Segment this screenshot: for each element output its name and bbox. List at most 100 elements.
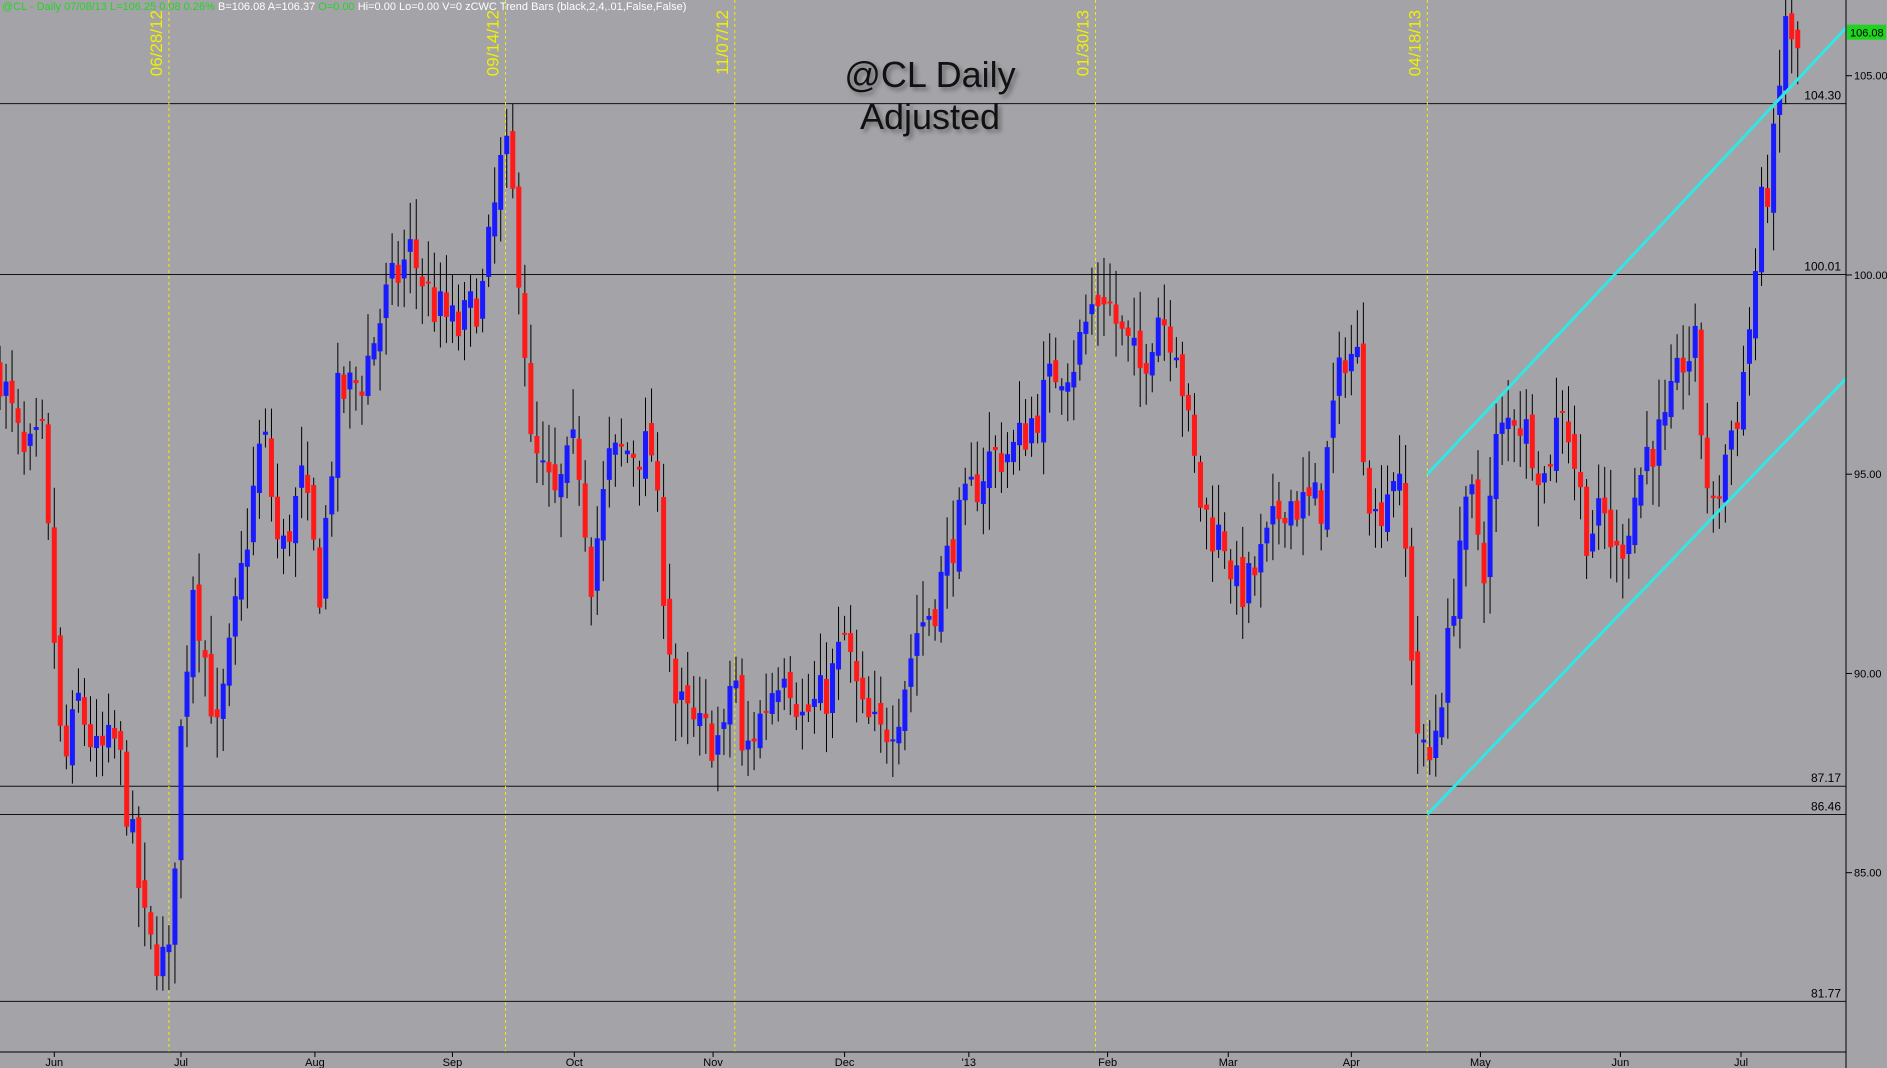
price-bar-body — [1608, 509, 1614, 548]
price-bar-body — [1246, 563, 1252, 604]
price-bar-body — [854, 661, 860, 682]
price-bar-body — [1065, 382, 1071, 392]
price-bar-body — [1789, 13, 1795, 40]
price-bar-body — [642, 431, 648, 479]
price-bar-body — [214, 709, 220, 718]
x-tick-label: Sep — [443, 1057, 463, 1068]
price-bar-body — [1553, 417, 1559, 471]
indicator-name: zCWC Trend Bars (black,2,4,.01,False,Fal… — [465, 1, 687, 13]
price-bar-body — [1559, 410, 1565, 413]
price-bar-body — [1451, 616, 1457, 626]
price-bar-body — [1680, 357, 1686, 373]
price-bar-body — [33, 427, 39, 430]
price-bar-body — [492, 202, 498, 237]
price-bar-body — [1632, 497, 1638, 546]
price-bar-body — [256, 443, 262, 493]
price-bar-body — [1578, 472, 1584, 488]
price-bar-body — [1668, 381, 1674, 418]
price-bar-body — [69, 709, 75, 766]
price-bar-body — [148, 912, 154, 935]
ask-value: A=106.37 — [267, 1, 316, 13]
price-bar-body — [1270, 506, 1276, 525]
price-bar-body — [1638, 475, 1644, 506]
price-bar-body — [480, 280, 486, 319]
price-bar-body — [226, 637, 232, 686]
price-bar-body — [1004, 454, 1010, 463]
level-label: 100.01 — [1804, 260, 1841, 274]
price-bar-body — [130, 819, 136, 833]
price-bar-body — [401, 259, 407, 279]
price-bar-body — [1312, 482, 1318, 499]
price-bar-body — [709, 723, 715, 761]
price-bar-body — [1252, 567, 1258, 576]
price-bar-body — [1185, 394, 1191, 411]
price-bar-body — [184, 671, 190, 717]
price-bar-body — [1137, 330, 1143, 369]
price-bar-body — [540, 460, 546, 463]
price-bar-body — [1771, 123, 1777, 213]
price-bar-body — [160, 946, 166, 977]
price-bar-body — [87, 724, 93, 748]
price-bar-body — [1602, 497, 1608, 514]
price-bar-body — [908, 658, 914, 687]
price-bar-body — [661, 497, 667, 606]
price-bar-body — [781, 678, 787, 688]
price-bar-body — [1053, 360, 1059, 383]
price-bar-body — [522, 293, 528, 358]
price-bar-body — [293, 496, 299, 544]
price-bar-body — [733, 680, 739, 689]
price-bar-body — [504, 135, 510, 155]
price-bar-body — [1294, 500, 1300, 520]
price-bar-body — [1324, 447, 1330, 530]
price-bar-body — [1541, 473, 1547, 483]
price-bar-body — [1596, 498, 1602, 526]
price-bar-body — [1403, 483, 1409, 549]
price-bar-body — [769, 693, 775, 714]
price-bar-body — [1656, 419, 1662, 466]
chart-title-line2: Adjusted — [859, 96, 1001, 137]
price-bar-body — [154, 944, 160, 976]
x-tick-label: Feb — [1098, 1057, 1117, 1068]
price-bar-body — [799, 711, 805, 716]
price-bar-body — [425, 281, 431, 284]
price-bar-body — [353, 380, 359, 384]
price-bar-body — [757, 713, 763, 749]
price-bar-body — [1372, 509, 1378, 512]
price-bar-body — [1523, 419, 1529, 444]
price-bar-body — [721, 722, 727, 729]
price-bar-body — [1391, 481, 1397, 492]
price-bar-body — [178, 726, 184, 861]
price-bar-body — [1035, 415, 1041, 433]
price-bar-body — [1439, 707, 1445, 738]
price-bar-body — [1198, 461, 1204, 508]
price-bar-body — [431, 287, 437, 323]
price-bar-body — [1300, 492, 1306, 519]
chart-title-line1: @CL Daily — [844, 54, 1016, 95]
price-bar-body — [474, 298, 480, 327]
price-bar-body — [377, 323, 383, 352]
price-bar-body — [1017, 422, 1023, 446]
price-bar-body — [106, 724, 112, 748]
price-bar-body — [136, 817, 142, 889]
price-bar-body — [9, 380, 15, 404]
session-stats: Hi=0.00 Lo=0.00 V=0 — [357, 1, 462, 13]
x-tick-label: Oct — [566, 1057, 583, 1068]
price-bar-body — [510, 131, 516, 189]
price-bar-body — [1590, 533, 1596, 552]
x-tick-label: Jun — [45, 1057, 63, 1068]
price-bar-body — [1131, 337, 1137, 346]
price-bar-body — [1336, 357, 1342, 396]
price-bar-body — [1409, 546, 1415, 661]
price-bar-body — [1342, 360, 1348, 374]
price-bar-body — [0, 362, 3, 397]
price-bar-body — [998, 453, 1004, 472]
price-bar-body — [606, 448, 612, 480]
price-bar-body — [1487, 495, 1493, 578]
price-bar-body — [1173, 357, 1179, 361]
x-tick-label: Aug — [305, 1057, 325, 1068]
price-bar-body — [100, 735, 106, 746]
price-bar-body — [45, 424, 51, 524]
date-marker-label: 01/30/13 — [1074, 10, 1093, 76]
price-bar-body — [287, 531, 293, 542]
price-bar-body — [673, 658, 679, 704]
